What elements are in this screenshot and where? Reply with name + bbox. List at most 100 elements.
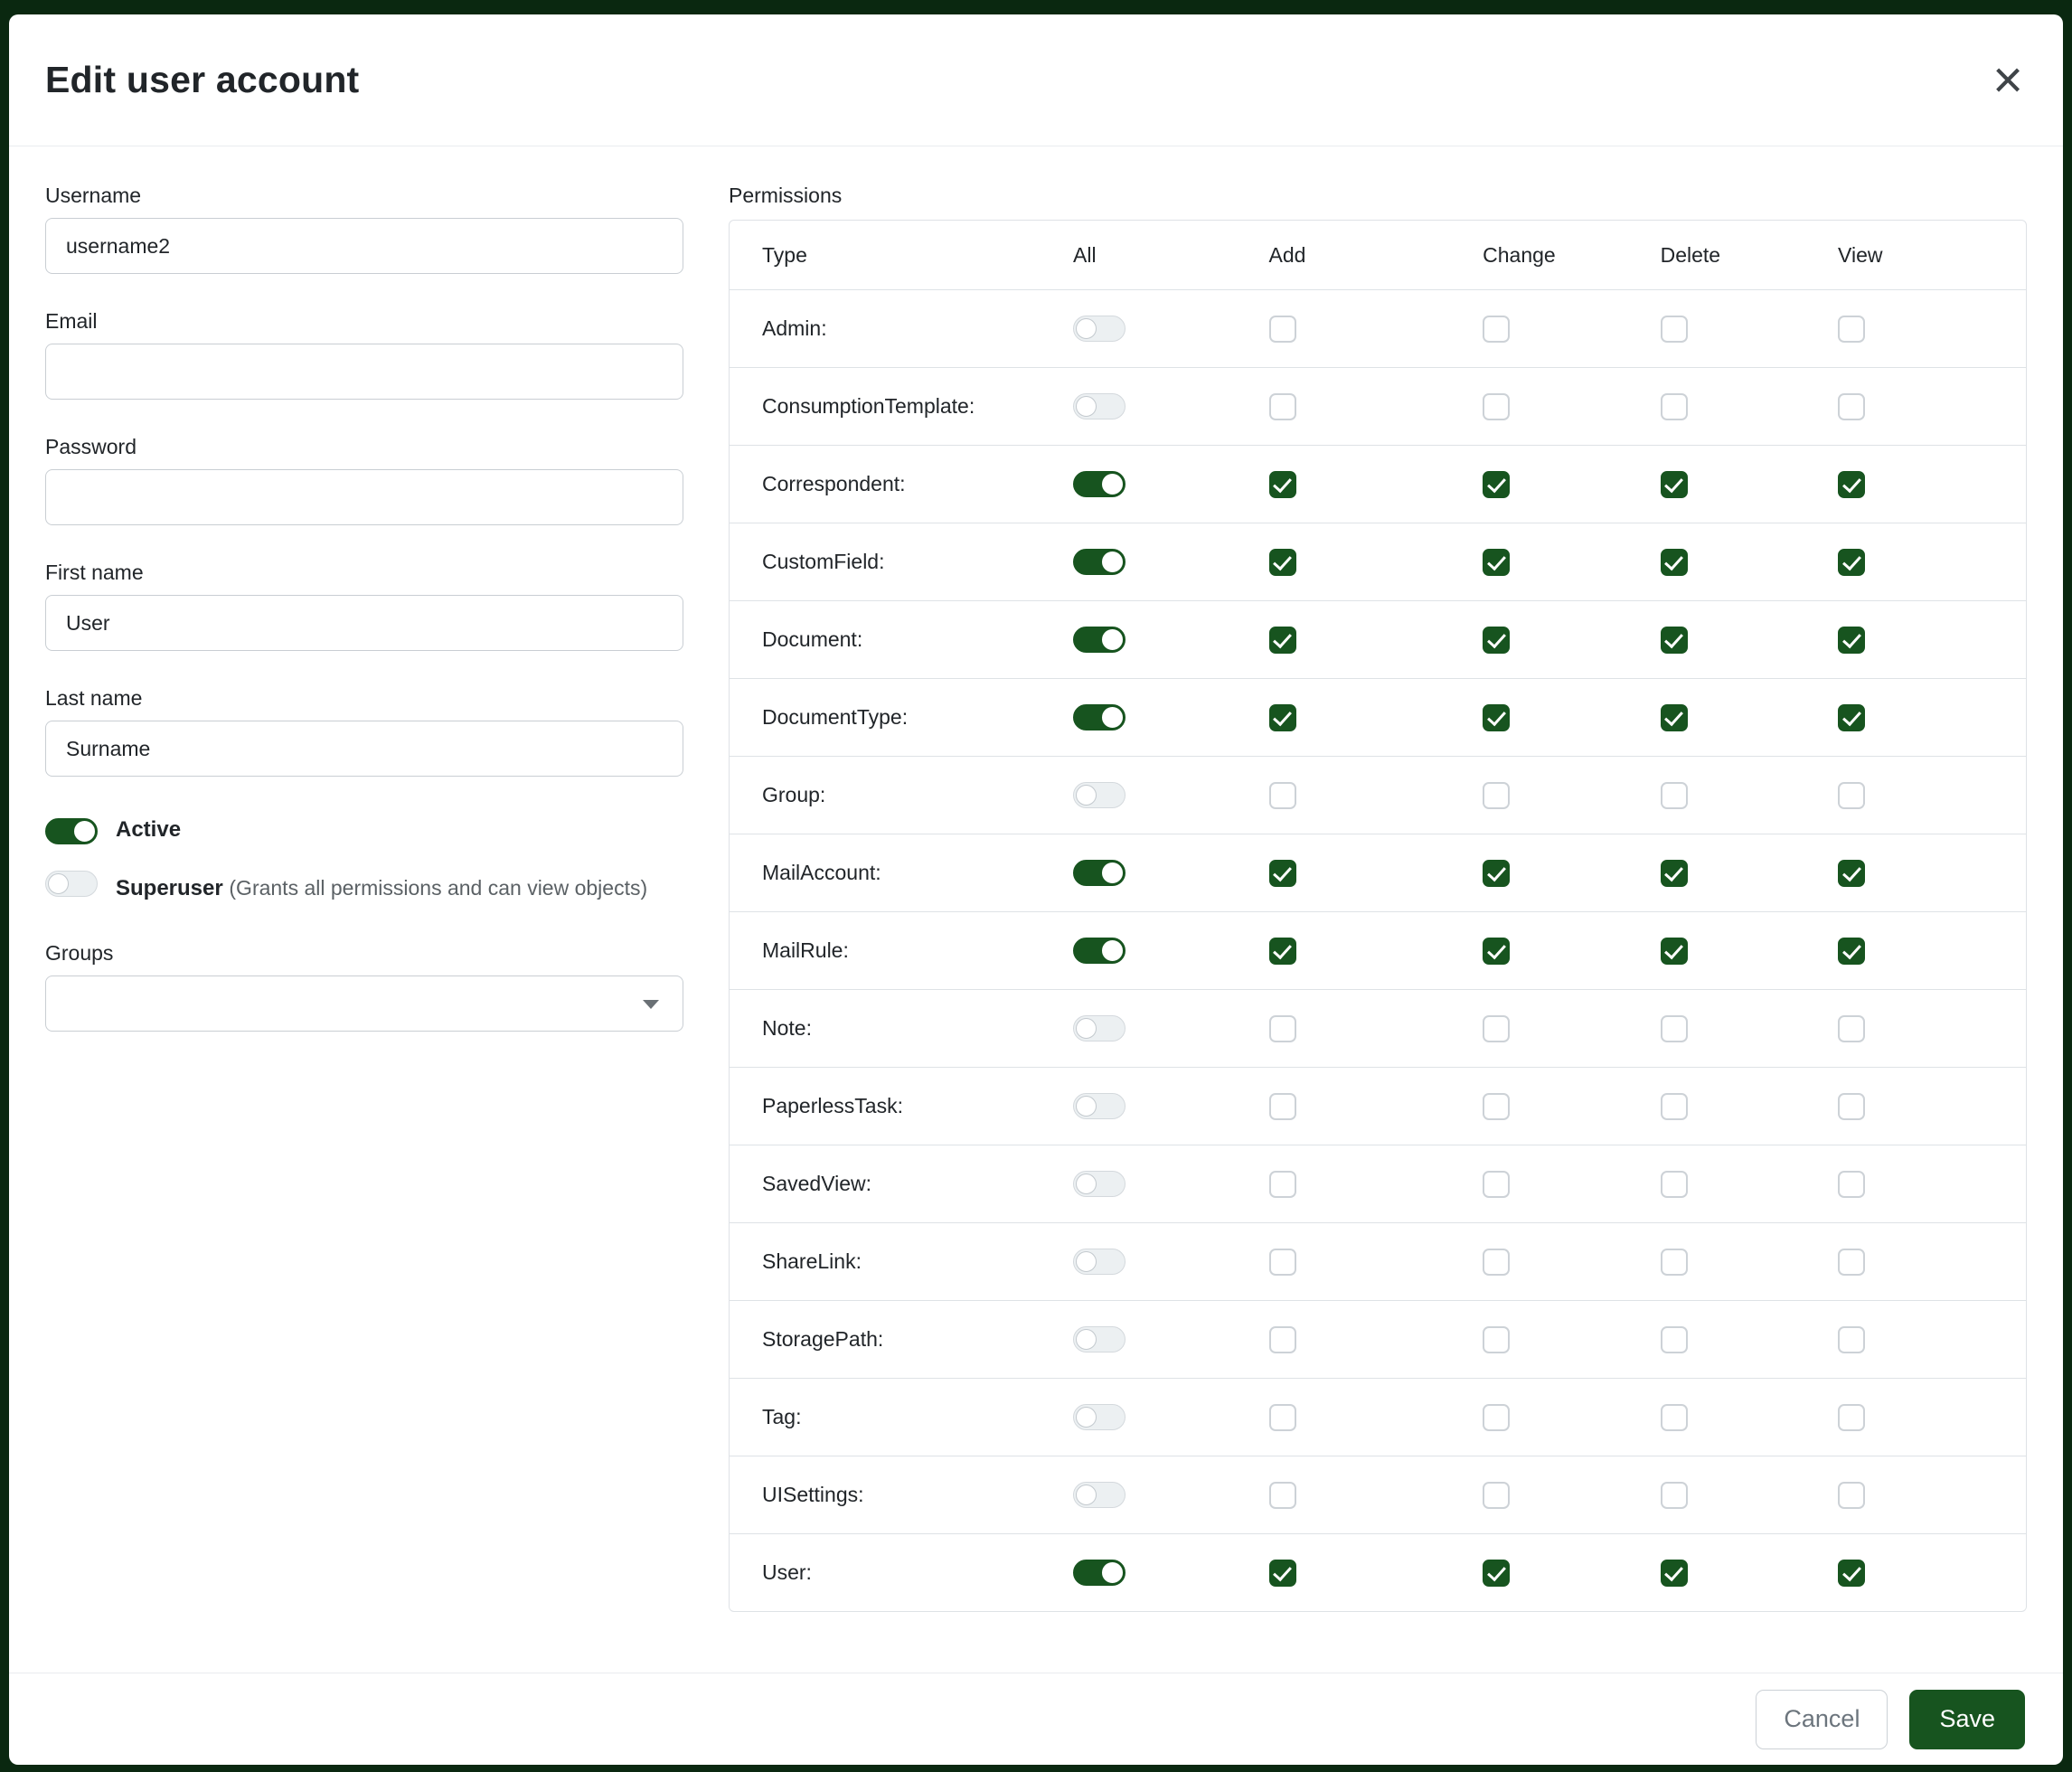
- permission-add-checkbox[interactable]: [1269, 471, 1296, 498]
- permission-change-checkbox[interactable]: [1483, 782, 1510, 809]
- permission-view-checkbox[interactable]: [1838, 860, 1865, 887]
- permission-delete-checkbox[interactable]: [1661, 1171, 1688, 1198]
- permission-all-toggle[interactable]: [1073, 549, 1125, 575]
- permission-view-checkbox[interactable]: [1838, 1171, 1865, 1198]
- permission-change-checkbox[interactable]: [1483, 1249, 1510, 1276]
- permission-add-checkbox[interactable]: [1269, 549, 1296, 576]
- permission-change-checkbox[interactable]: [1483, 316, 1510, 343]
- permission-change-checkbox[interactable]: [1483, 938, 1510, 965]
- permission-all-toggle[interactable]: [1073, 1326, 1125, 1353]
- permission-change-checkbox[interactable]: [1483, 1326, 1510, 1353]
- permission-all-toggle[interactable]: [1073, 1482, 1125, 1508]
- email-input[interactable]: [45, 344, 683, 400]
- permission-all-toggle[interactable]: [1073, 938, 1125, 964]
- permission-change-checkbox[interactable]: [1483, 860, 1510, 887]
- first-name-input[interactable]: [45, 595, 683, 651]
- permission-add-checkbox[interactable]: [1269, 316, 1296, 343]
- permission-delete-checkbox[interactable]: [1661, 1093, 1688, 1120]
- permission-change-checkbox[interactable]: [1483, 704, 1510, 731]
- cancel-button[interactable]: Cancel: [1756, 1690, 1888, 1749]
- permission-add-checkbox[interactable]: [1269, 1482, 1296, 1509]
- email-group: Email: [45, 308, 683, 400]
- permission-view-checkbox[interactable]: [1838, 549, 1865, 576]
- permission-view-checkbox[interactable]: [1838, 1015, 1865, 1042]
- permission-all-toggle[interactable]: [1073, 393, 1125, 419]
- permission-add-checkbox[interactable]: [1269, 1015, 1296, 1042]
- permission-change-checkbox[interactable]: [1483, 549, 1510, 576]
- permission-delete-checkbox[interactable]: [1661, 782, 1688, 809]
- permission-view-checkbox[interactable]: [1838, 393, 1865, 420]
- permission-add-checkbox[interactable]: [1269, 1093, 1296, 1120]
- password-input[interactable]: [45, 469, 683, 525]
- permission-add-checkbox[interactable]: [1269, 938, 1296, 965]
- permission-change-checkbox[interactable]: [1483, 1171, 1510, 1198]
- permission-add-checkbox[interactable]: [1269, 1404, 1296, 1431]
- toggle-knob: [1076, 1485, 1097, 1505]
- permission-delete-checkbox[interactable]: [1661, 1015, 1688, 1042]
- permission-view-checkbox[interactable]: [1838, 1560, 1865, 1587]
- permission-delete-checkbox[interactable]: [1661, 549, 1688, 576]
- permission-view-checkbox[interactable]: [1838, 316, 1865, 343]
- permission-all-toggle[interactable]: [1073, 704, 1125, 730]
- permission-type-label: UISettings:: [730, 1483, 1073, 1507]
- permission-delete-checkbox[interactable]: [1661, 1482, 1688, 1509]
- permission-change-checkbox[interactable]: [1483, 627, 1510, 654]
- permission-change-checkbox[interactable]: [1483, 1482, 1510, 1509]
- permission-all-toggle[interactable]: [1073, 471, 1125, 497]
- permission-type-label: Admin:: [730, 316, 1073, 341]
- permission-all-toggle[interactable]: [1073, 782, 1125, 808]
- permission-delete-checkbox[interactable]: [1661, 1404, 1688, 1431]
- permission-all-toggle[interactable]: [1073, 1249, 1125, 1275]
- permission-view-checkbox[interactable]: [1838, 938, 1865, 965]
- permission-add-checkbox[interactable]: [1269, 393, 1296, 420]
- permission-delete-checkbox[interactable]: [1661, 1249, 1688, 1276]
- permission-view-checkbox[interactable]: [1838, 704, 1865, 731]
- permission-view-checkbox[interactable]: [1838, 627, 1865, 654]
- permission-delete-checkbox[interactable]: [1661, 627, 1688, 654]
- permission-delete-checkbox[interactable]: [1661, 393, 1688, 420]
- permission-change-checkbox[interactable]: [1483, 393, 1510, 420]
- permission-all-toggle[interactable]: [1073, 1015, 1125, 1042]
- permission-change-checkbox[interactable]: [1483, 1093, 1510, 1120]
- permission-all-toggle[interactable]: [1073, 1171, 1125, 1197]
- permission-delete-checkbox[interactable]: [1661, 938, 1688, 965]
- permission-add-checkbox[interactable]: [1269, 1171, 1296, 1198]
- permission-view-checkbox[interactable]: [1838, 1326, 1865, 1353]
- permission-change-checkbox[interactable]: [1483, 1560, 1510, 1587]
- permission-delete-checkbox[interactable]: [1661, 316, 1688, 343]
- permission-all-toggle[interactable]: [1073, 316, 1125, 342]
- active-toggle[interactable]: [45, 818, 98, 844]
- permission-add-checkbox[interactable]: [1269, 627, 1296, 654]
- permission-view-checkbox[interactable]: [1838, 471, 1865, 498]
- permission-all-toggle[interactable]: [1073, 1404, 1125, 1430]
- permission-all-toggle[interactable]: [1073, 1560, 1125, 1586]
- permission-view-checkbox[interactable]: [1838, 1404, 1865, 1431]
- close-icon[interactable]: ×: [1992, 54, 2023, 107]
- permission-delete-checkbox[interactable]: [1661, 704, 1688, 731]
- permission-all-toggle[interactable]: [1073, 627, 1125, 653]
- superuser-toggle[interactable]: [45, 871, 98, 897]
- last-name-input[interactable]: [45, 721, 683, 777]
- permission-delete-checkbox[interactable]: [1661, 471, 1688, 498]
- permission-all-toggle[interactable]: [1073, 860, 1125, 886]
- save-button[interactable]: Save: [1909, 1690, 2025, 1749]
- permission-delete-checkbox[interactable]: [1661, 1560, 1688, 1587]
- permission-add-checkbox[interactable]: [1269, 1560, 1296, 1587]
- permission-add-checkbox[interactable]: [1269, 860, 1296, 887]
- permission-all-toggle[interactable]: [1073, 1093, 1125, 1119]
- groups-select[interactable]: [45, 976, 683, 1032]
- permission-change-checkbox[interactable]: [1483, 1404, 1510, 1431]
- permission-view-checkbox[interactable]: [1838, 782, 1865, 809]
- username-input[interactable]: [45, 218, 683, 274]
- permission-view-checkbox[interactable]: [1838, 1482, 1865, 1509]
- permission-add-checkbox[interactable]: [1269, 782, 1296, 809]
- permission-add-checkbox[interactable]: [1269, 704, 1296, 731]
- permission-view-checkbox[interactable]: [1838, 1093, 1865, 1120]
- permission-add-checkbox[interactable]: [1269, 1326, 1296, 1353]
- permission-view-checkbox[interactable]: [1838, 1249, 1865, 1276]
- permission-change-checkbox[interactable]: [1483, 1015, 1510, 1042]
- permission-delete-checkbox[interactable]: [1661, 860, 1688, 887]
- permission-add-checkbox[interactable]: [1269, 1249, 1296, 1276]
- permission-delete-checkbox[interactable]: [1661, 1326, 1688, 1353]
- permission-change-checkbox[interactable]: [1483, 471, 1510, 498]
